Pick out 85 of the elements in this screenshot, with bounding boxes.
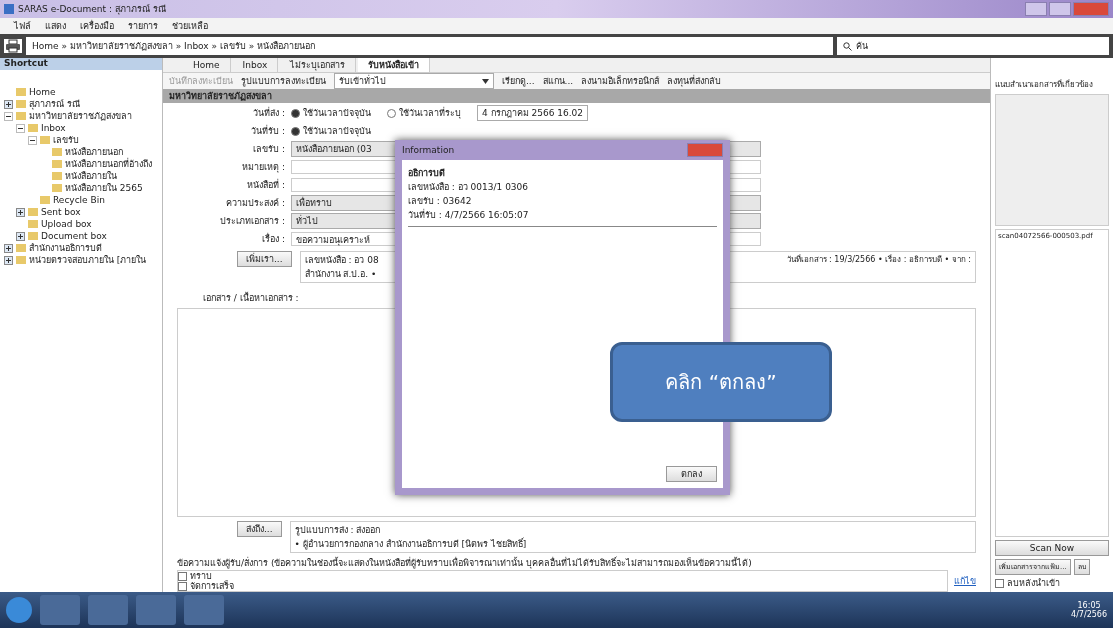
maximize-button[interactable] bbox=[1049, 2, 1071, 16]
toolbar-button[interactable]: ลงทุนที่ส่งกลับ bbox=[667, 74, 722, 88]
text-line: วันที่เอกสาร : 19/3/2566 • เรื่อง : อธิการบดี • จาก : bbox=[786, 253, 971, 266]
tree-item[interactable]: สำนักงานอธิการบดี bbox=[0, 242, 162, 254]
caret-icon bbox=[482, 78, 489, 84]
expander-icon[interactable] bbox=[16, 231, 25, 241]
window-title: SARAS e-Document : สุภาภรณ์ รณี bbox=[18, 3, 166, 16]
field-label: ประเภทเอกสาร : bbox=[219, 215, 285, 228]
field-label: วันที่ส่ง : bbox=[252, 106, 285, 120]
toolbar-button[interactable]: เรียกดู... bbox=[502, 74, 535, 88]
field-label: วันที่รับ : bbox=[250, 124, 285, 138]
radio-option[interactable]: ใช้วันเวลาปัจจุบัน bbox=[291, 124, 371, 138]
field-label: ความประสงค์ : bbox=[225, 197, 285, 210]
tree-item[interactable]: Recycle Bin bbox=[0, 194, 162, 206]
address-field[interactable]: Home » มหาวิทยาลัยราชภัฏสงขลา » Inbox » เลขรับ » หนังสือภายนอก bbox=[26, 37, 833, 55]
tree-item[interactable]: เลขรับ bbox=[0, 134, 162, 146]
menu-item[interactable]: รายการ bbox=[128, 19, 158, 33]
field-label: เรื่อง : bbox=[261, 232, 285, 246]
printer-icon[interactable] bbox=[4, 39, 22, 53]
checkbox-item[interactable]: ทราบ bbox=[178, 571, 947, 581]
field-label: เอกสาร / เนื้อหาเอกสาร : bbox=[202, 291, 300, 305]
send-button[interactable]: ส่งถึง... bbox=[237, 521, 282, 537]
dialog-title: Information bbox=[402, 145, 455, 155]
toolbar-button[interactable]: สแกน... bbox=[542, 74, 574, 88]
tree-item[interactable]: มหาวิทยาลัยราชภัฏสงขลา bbox=[0, 110, 162, 122]
radio-option[interactable]: ใช้วันเวลาปัจจุบัน bbox=[291, 106, 371, 120]
expander-icon[interactable] bbox=[16, 123, 25, 133]
tree-item[interactable]: หนังสือภายนอกที่อ้างถึง bbox=[0, 158, 162, 170]
tree-item[interactable]: Upload box bbox=[0, 218, 162, 230]
tree-item[interactable]: หน่วยตรวจสอบภายใน [ภายใน bbox=[0, 254, 162, 266]
radio-option[interactable]: ใช้วันเวลาที่ระบุ bbox=[387, 106, 461, 120]
start-button[interactable] bbox=[6, 597, 32, 623]
text-line: สำนักงาน ส.ป.อ. • bbox=[304, 268, 378, 281]
app-icon bbox=[4, 4, 14, 14]
callout-box: คลิก “ตกลง” bbox=[610, 342, 832, 422]
tree-item[interactable]: Inbox bbox=[0, 122, 162, 134]
clock: 16:05 4/7/2566 bbox=[1071, 601, 1107, 619]
menu-item[interactable]: เครื่องมือ bbox=[80, 19, 114, 33]
expander-icon[interactable] bbox=[28, 135, 37, 145]
text-line: รูปแบบการส่ง : ส่งออก bbox=[294, 524, 382, 537]
checkbox-item[interactable]: ลบหลังนำเข้า bbox=[995, 578, 1109, 588]
search-field[interactable]: ค้น bbox=[837, 37, 1109, 55]
info-text: เลขหนังสือ : อว 0013/1 0306 bbox=[408, 181, 529, 194]
tab[interactable]: Home bbox=[183, 58, 231, 72]
note-text: ข้อความแจ้งผู้รับ/สั่งการ (ข้อความในช่องนี้จะแสดงในหนังสือที่ผู้รับทราบเพื่อพิจารณาเท่านั้น บุคคลอื่นที่ไม่ได้รับสิทธิ์จะไม่สามารถมองเห็นข้อความนี้ได้) bbox=[177, 556, 753, 570]
menu-item[interactable]: แสดง bbox=[45, 19, 66, 33]
tree-item[interactable]: หนังสือภายใน bbox=[0, 170, 162, 182]
menu-item[interactable]: ไฟล์ bbox=[14, 19, 31, 33]
text-line: เลขหนังสือ : อว 08 bbox=[304, 254, 379, 267]
menu-item[interactable]: ช่วยเหลือ bbox=[172, 19, 208, 33]
field-label: เลขรับ : bbox=[252, 143, 285, 156]
expander-icon[interactable] bbox=[4, 255, 13, 265]
expander-icon[interactable] bbox=[4, 243, 13, 253]
expander-icon[interactable] bbox=[16, 207, 25, 217]
info-text: เลขรับ : 03642 bbox=[408, 195, 472, 208]
add-button[interactable]: เพิ่มเรา... bbox=[237, 251, 292, 267]
tree-item[interactable]: หนังสือภายนอก bbox=[0, 146, 162, 158]
edit-link[interactable]: แก้ไข bbox=[954, 574, 976, 588]
tree-item[interactable]: Document box bbox=[0, 230, 162, 242]
checkbox-item[interactable]: จัดการเสร็จ bbox=[178, 581, 947, 591]
panel-header: แนบสำเนาเอกสารที่เกี่ยวข้อง bbox=[995, 78, 1094, 91]
expander-icon[interactable] bbox=[4, 99, 13, 109]
info-text: วันที่รับ : 4/7/2566 16:05:07 bbox=[408, 208, 529, 222]
minimize-button[interactable] bbox=[1025, 2, 1047, 16]
tree-item[interactable]: หนังสือภายใน 2565 bbox=[0, 182, 162, 194]
toolbar-button[interactable]: ลงนามอิเล็กทรอนิกส์ bbox=[581, 74, 660, 88]
panel-header: Shortcut bbox=[0, 58, 162, 70]
tab[interactable]: ไม่ระบุเอกสาร bbox=[280, 58, 357, 72]
template-label: รูปแบบการลงทะเบียน bbox=[241, 75, 326, 88]
field-label: หมายเหตุ : bbox=[241, 161, 285, 174]
date-field[interactable]: 4 กรกฎาคม 2566 16.02 bbox=[477, 105, 588, 121]
tab[interactable]: Inbox bbox=[232, 58, 279, 72]
text-line: • ผู้อำนวยการกองกลาง สำนักงานอธิการบดี [นิตพร ไชยสิทธิ์] bbox=[294, 537, 528, 551]
tree-item[interactable]: สุภาภรณ์ รณี bbox=[0, 98, 162, 110]
ok-button[interactable]: ตกลง bbox=[666, 466, 717, 482]
tree-item[interactable]: Sent box bbox=[0, 206, 162, 218]
info-text: อธิการบดี bbox=[408, 167, 445, 180]
expander-icon[interactable] bbox=[4, 111, 13, 121]
search-icon bbox=[843, 41, 852, 51]
section-title: มหาวิทยาลัยราชภัฏสงขลา bbox=[163, 89, 990, 103]
scan-button[interactable]: Scan Now bbox=[995, 540, 1109, 556]
tree-item[interactable]: Home bbox=[0, 86, 162, 98]
template-dropdown[interactable]: รับเข้าทั่วไป bbox=[334, 73, 494, 89]
tab[interactable]: รับหนังสือเข้า bbox=[358, 58, 431, 72]
field-label: หนังสือที่ : bbox=[246, 178, 285, 192]
